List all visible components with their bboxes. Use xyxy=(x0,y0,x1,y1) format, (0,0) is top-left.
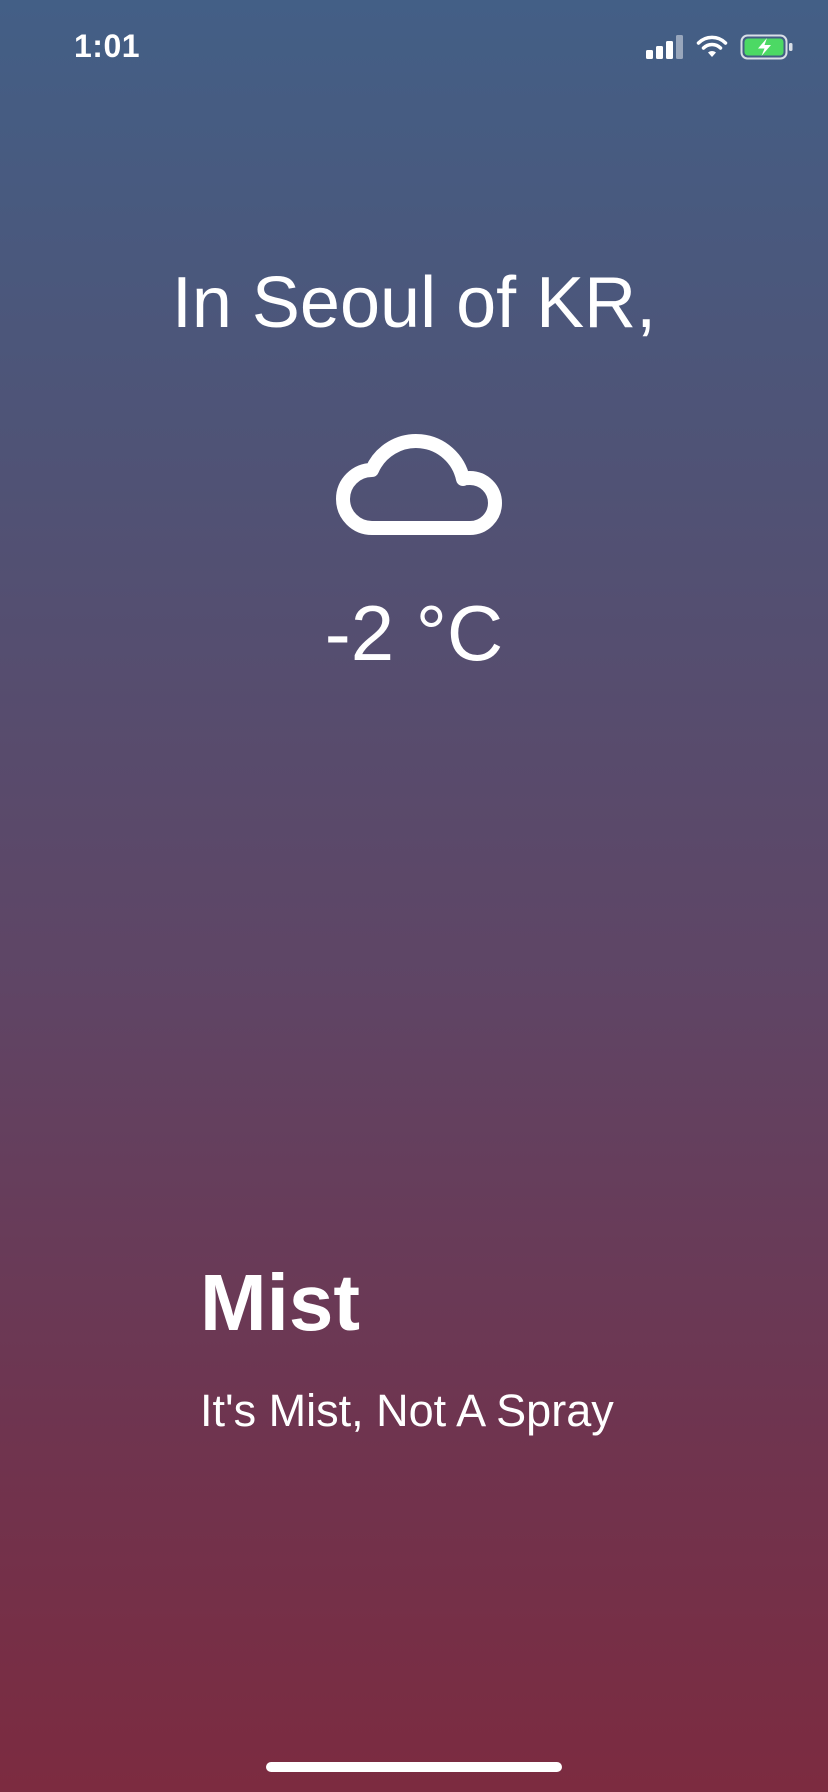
status-icons xyxy=(646,34,794,60)
condition-title: Mist xyxy=(200,1258,360,1347)
status-bar: 1:01 xyxy=(0,0,828,100)
wifi-icon xyxy=(696,35,728,59)
cellular-signal-icon xyxy=(646,35,684,59)
battery-charging-icon xyxy=(740,34,794,60)
home-indicator[interactable] xyxy=(266,1762,562,1772)
location-title: In Seoul of KR, xyxy=(171,263,657,343)
cloud-icon xyxy=(326,424,504,540)
status-time: 1:01 xyxy=(74,28,141,64)
condition-subtitle: It's Mist, Not A Spray xyxy=(200,1385,614,1436)
temperature: -2 °C xyxy=(324,589,504,677)
